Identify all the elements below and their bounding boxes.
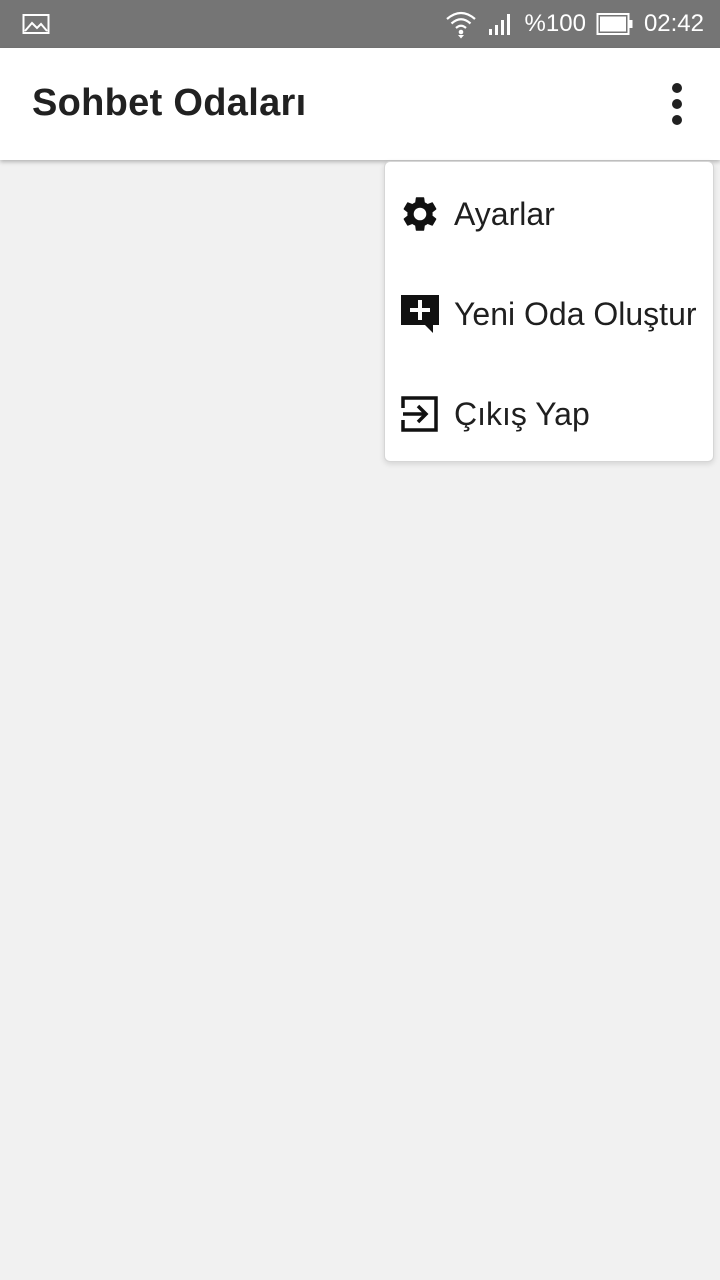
battery-icon bbox=[596, 12, 634, 36]
status-bar: %100 02:42 bbox=[0, 0, 720, 48]
wifi-icon bbox=[445, 9, 477, 39]
page-title: Sohbet Odaları bbox=[32, 82, 307, 124]
clock: 02:42 bbox=[643, 10, 704, 37]
overflow-menu-button[interactable] bbox=[656, 80, 698, 128]
menu-item-label: Yeni Oda Oluştur bbox=[454, 295, 697, 332]
gear-icon bbox=[398, 192, 442, 236]
signal-icon bbox=[487, 11, 515, 37]
battery-percent: %100 bbox=[524, 10, 586, 37]
add-comment-icon bbox=[398, 292, 442, 336]
menu-item-logout[interactable]: Çıkış Yap bbox=[385, 364, 713, 464]
more-vert-icon bbox=[672, 83, 682, 93]
overflow-menu: Ayarlar Yeni Oda Oluştur Çıkış Yap bbox=[384, 161, 714, 462]
menu-item-create-room[interactable]: Yeni Oda Oluştur bbox=[385, 264, 713, 364]
status-indicators: %100 02:42 bbox=[445, 0, 704, 48]
menu-item-label: Çıkış Yap bbox=[454, 395, 590, 432]
menu-item-settings[interactable]: Ayarlar bbox=[385, 164, 713, 264]
app-bar: Sohbet Odaları bbox=[0, 48, 720, 160]
menu-item-label: Ayarlar bbox=[454, 195, 555, 232]
exit-icon bbox=[398, 392, 442, 436]
image-icon bbox=[22, 13, 50, 35]
